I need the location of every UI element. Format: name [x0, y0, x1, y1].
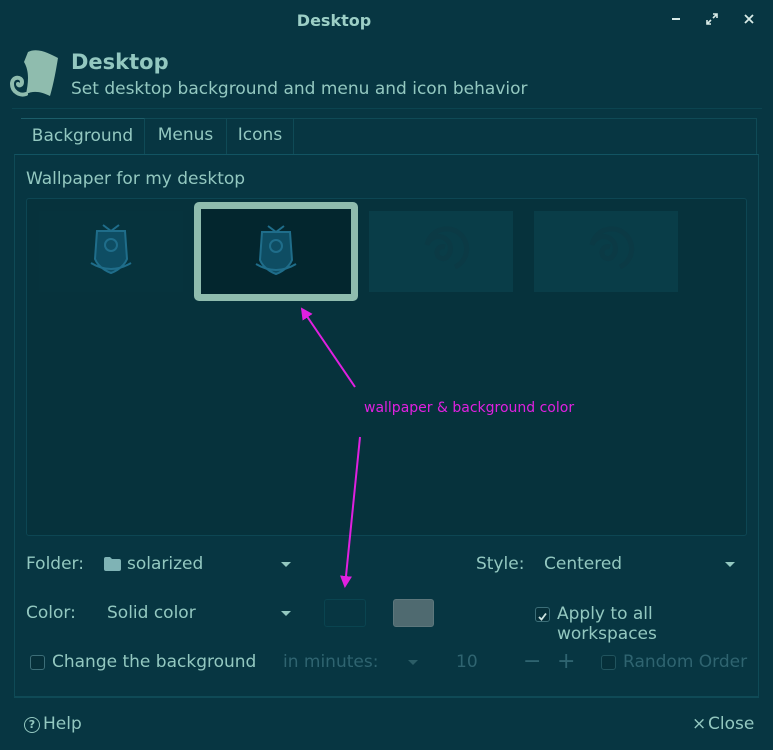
apply-all-workspaces-checkbox[interactable]: Apply to all workspaces	[535, 604, 747, 644]
checkbox-box	[601, 655, 616, 670]
close-icon: ×	[692, 714, 707, 734]
style-combobox[interactable]: Centered	[544, 554, 738, 578]
primary-color-button[interactable]	[324, 599, 366, 627]
annotation-label: wallpaper & background color	[364, 400, 575, 416]
color-mode-value: Solid color	[107, 603, 196, 623]
chevron-down-icon	[408, 660, 418, 665]
random-order-label: Random Order	[623, 652, 748, 672]
apply-all-workspaces-label: Apply to all workspaces	[557, 604, 657, 644]
annotation-arrow-to-color	[340, 436, 361, 588]
interval-unit-combobox[interactable]: in minutes:	[283, 652, 423, 676]
help-icon: ?	[24, 717, 40, 733]
color-label: Color:	[26, 603, 76, 623]
secondary-color-button[interactable]	[393, 599, 434, 627]
chevron-down-icon	[725, 562, 735, 567]
interval-value-field[interactable]: 10	[456, 652, 506, 672]
folder-value: solarized	[127, 554, 204, 574]
random-order-checkbox[interactable]: Random Order	[601, 652, 751, 674]
footer-divider	[14, 697, 759, 698]
checkmark-icon	[538, 612, 547, 621]
interval-increment-button[interactable]: +	[557, 649, 575, 674]
chevron-down-icon	[281, 562, 291, 567]
help-label: Help	[43, 714, 82, 734]
interval-unit-value: in minutes:	[283, 652, 379, 672]
folder-icon	[104, 557, 121, 571]
interval-decrement-button[interactable]: −	[523, 649, 541, 674]
change-background-label: Change the background	[52, 652, 257, 672]
checkbox-box	[30, 655, 45, 670]
folder-label: Folder:	[26, 554, 84, 574]
color-mode-combobox[interactable]: Solid color	[107, 603, 296, 627]
close-button[interactable]: × Close	[692, 714, 754, 738]
style-value: Centered	[544, 554, 623, 574]
change-background-checkbox[interactable]: Change the background	[30, 652, 260, 674]
checkbox-box	[535, 607, 550, 622]
annotation-arrow-to-wallpaper	[300, 307, 356, 388]
folder-combobox[interactable]: solarized	[104, 554, 296, 578]
style-label: Style:	[476, 554, 525, 574]
chevron-down-icon	[281, 611, 291, 616]
close-label: Close	[708, 714, 755, 734]
